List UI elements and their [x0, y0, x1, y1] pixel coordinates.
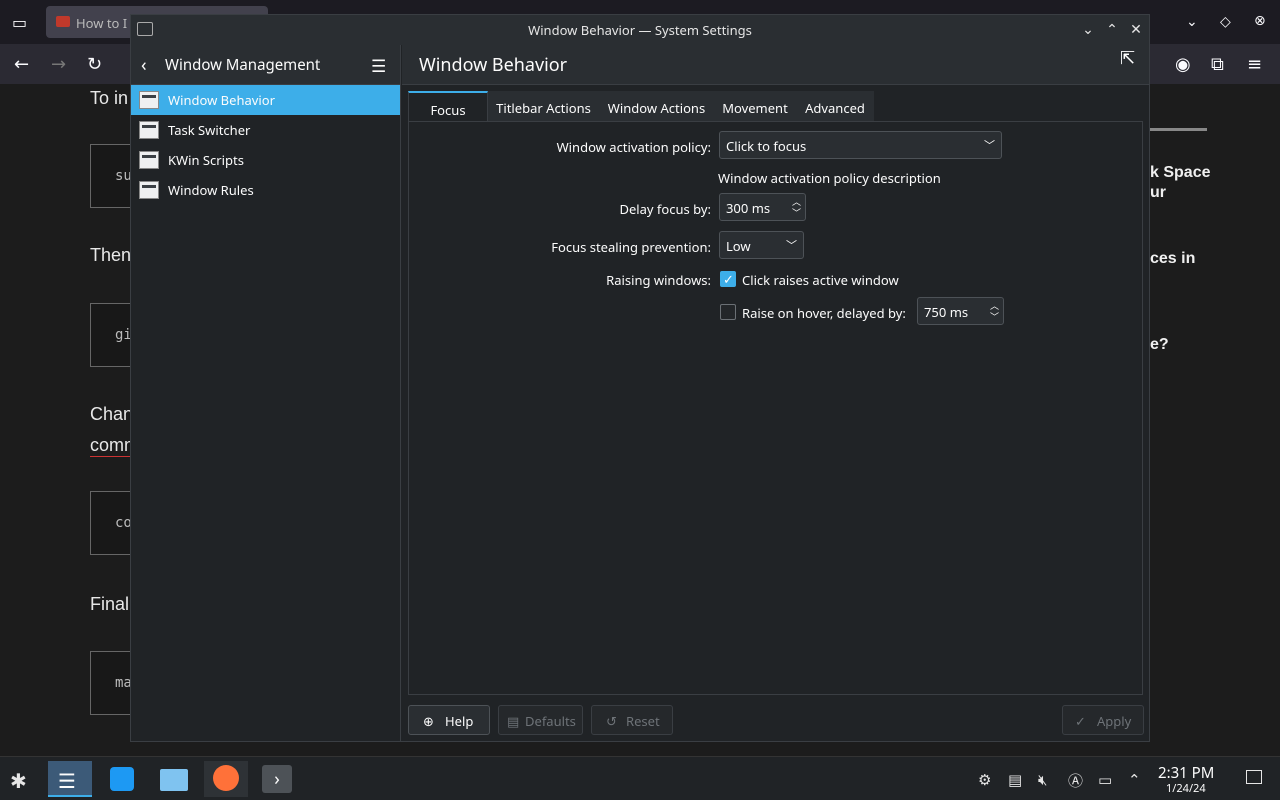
chevron-down-icon: ﹀	[786, 238, 797, 253]
minimize-icon[interactable]: ⌄	[1078, 20, 1098, 40]
reset-button[interactable]: ↺ Reset	[591, 705, 673, 735]
focus-tab-panel: Window activation policy: Click to focus…	[408, 121, 1143, 695]
tab-window-actions[interactable]: Window Actions	[599, 91, 714, 123]
document-icon: ▤	[507, 712, 520, 730]
forward-icon[interactable]: →	[51, 55, 66, 73]
spin-down-icon[interactable]: ﹀	[990, 312, 999, 321]
sidebar-item-window-behavior[interactable]: Window Behavior	[131, 85, 400, 115]
terminal-icon: ›	[262, 765, 292, 793]
related-link[interactable]: e?	[1150, 336, 1169, 354]
click-raises-checkbox[interactable]	[720, 270, 736, 288]
spin-up-icon[interactable]: ︿	[792, 197, 801, 206]
click-raises-label[interactable]: Click raises active window	[742, 271, 899, 289]
mouse-cursor-icon: ⇱	[1120, 46, 1136, 70]
sidebar-item-task-switcher[interactable]: Task Switcher	[131, 115, 400, 145]
tab-movement[interactable]: Movement	[714, 91, 796, 123]
help-icon: ⊕	[423, 712, 434, 730]
firefox-icon	[213, 765, 239, 791]
activation-policy-label: Window activation policy:	[556, 138, 711, 156]
settings-icon: ☰	[58, 767, 76, 794]
folder-icon	[160, 769, 188, 791]
activation-policy-description[interactable]: Window activation policy description	[718, 169, 941, 187]
tab-list-icon[interactable]: ▭	[12, 13, 27, 31]
raising-windows-label: Raising windows:	[606, 271, 711, 289]
help-button[interactable]: ⊕ Help	[408, 705, 490, 735]
taskbar: ✱ ☰ › ⚙ ▤ 🔇︎ Ⓐ ▭ ⌃ 2:31 PM 1/24/24	[0, 756, 1280, 800]
close-icon[interactable]: ✕	[1126, 20, 1146, 40]
extensions-icon[interactable]: ⧉	[1211, 55, 1224, 73]
delay-focus-spinbox[interactable]: 300 ms ︿ ﹀	[719, 193, 806, 221]
window-icon	[139, 91, 159, 109]
defaults-button[interactable]: ▤ Defaults	[498, 705, 583, 735]
task-file-manager[interactable]	[152, 761, 196, 797]
page-header: Window Behavior	[402, 45, 1149, 85]
sidebar-item-kwin-scripts[interactable]: KWin Scripts	[131, 145, 400, 175]
window-titlebar[interactable]: Window Behavior — System Settings ⌄ ⌃ ✕	[131, 15, 1149, 45]
sidebar-title: Window Management	[165, 55, 321, 75]
back-arrow-icon[interactable]: ‹	[141, 53, 147, 77]
clock-date[interactable]: 1/24/24	[1166, 781, 1206, 796]
clock-time[interactable]: 2:31 PM	[1158, 763, 1214, 783]
related-link[interactable]: ur	[1150, 184, 1166, 202]
raise-on-hover-label[interactable]: Raise on hover, delayed by:	[742, 304, 906, 322]
task-terminal[interactable]: ›	[256, 761, 300, 797]
app-launcher-icon[interactable]: ✱	[10, 767, 27, 794]
maximize-icon[interactable]: ⌃	[1102, 20, 1122, 40]
apply-button[interactable]: ✓ Apply	[1062, 705, 1144, 735]
browser-tab-title: How to I	[76, 14, 128, 32]
task-switcher-icon	[139, 121, 159, 139]
related-link[interactable]: k Space	[1150, 164, 1210, 182]
chevron-down-icon[interactable]: ⌄	[1186, 13, 1198, 31]
sidebar-header: ‹ Window Management ☰	[131, 45, 400, 85]
show-hidden-icon[interactable]: ⌃	[1128, 770, 1141, 790]
task-discover[interactable]	[100, 761, 144, 797]
article-text: Then	[90, 245, 132, 265]
show-desktop-icon[interactable]	[1246, 770, 1262, 784]
input-method-icon[interactable]: Ⓐ	[1068, 770, 1083, 791]
related-link[interactable]: ces in	[1150, 250, 1195, 268]
article-text: To in	[90, 88, 129, 108]
sidebar-divider	[1150, 128, 1207, 131]
tab-focus[interactable]: Focus	[408, 91, 488, 123]
diamond-icon[interactable]: ◇	[1220, 13, 1231, 31]
tab-advanced[interactable]: Advanced	[796, 91, 874, 123]
article-text: Chan	[90, 404, 134, 424]
task-firefox[interactable]	[204, 761, 248, 797]
account-icon[interactable]: ◉	[1175, 55, 1191, 73]
article-text: Final	[90, 594, 130, 614]
focus-stealing-select[interactable]: Low ﹀	[719, 231, 804, 259]
window-title: Window Behavior — System Settings	[528, 21, 752, 39]
system-settings-window: Window Behavior — System Settings ⌄ ⌃ ✕ …	[130, 14, 1150, 742]
volume-muted-icon[interactable]: 🔇︎	[1038, 770, 1047, 790]
script-icon	[139, 151, 159, 169]
menu-icon[interactable]: ≡	[1247, 55, 1262, 73]
raise-on-hover-delay-spinbox[interactable]: 750 ms ︿ ﹀	[917, 297, 1004, 325]
back-icon[interactable]: ←	[14, 55, 29, 73]
display-icon[interactable]: ▭	[1098, 770, 1112, 790]
spin-up-icon[interactable]: ︿	[990, 301, 999, 310]
sidebar: ‹ Window Management ☰ Window Behavior Ta…	[131, 45, 401, 741]
delay-focus-label: Delay focus by:	[619, 200, 711, 218]
focus-stealing-label: Focus stealing prevention:	[551, 238, 711, 256]
hamburger-menu-icon[interactable]: ☰	[371, 54, 386, 77]
task-system-settings[interactable]: ☰	[48, 761, 92, 797]
favicon-icon	[56, 16, 70, 27]
raise-on-hover-checkbox[interactable]	[720, 304, 736, 320]
spin-down-icon[interactable]: ﹀	[792, 208, 801, 217]
checkmark-icon: ✓	[1075, 712, 1086, 730]
chevron-down-icon: ﹀	[984, 138, 995, 153]
sidebar-item-window-rules[interactable]: Window Rules	[131, 175, 400, 205]
activation-policy-select[interactable]: Click to focus ﹀	[719, 131, 1002, 159]
close-browser-icon[interactable]: ⊗	[1254, 12, 1266, 30]
window-rules-icon	[139, 181, 159, 199]
clipboard-icon[interactable]: ▤	[1008, 770, 1022, 790]
store-icon	[110, 767, 134, 791]
article-link[interactable]: comn	[90, 435, 135, 457]
network-settings-icon[interactable]: ⚙	[978, 770, 991, 790]
reload-icon[interactable]: ↻	[87, 55, 102, 73]
page-title: Window Behavior	[419, 53, 568, 77]
tab-titlebar-actions[interactable]: Titlebar Actions	[488, 91, 599, 123]
undo-icon: ↺	[606, 712, 617, 730]
